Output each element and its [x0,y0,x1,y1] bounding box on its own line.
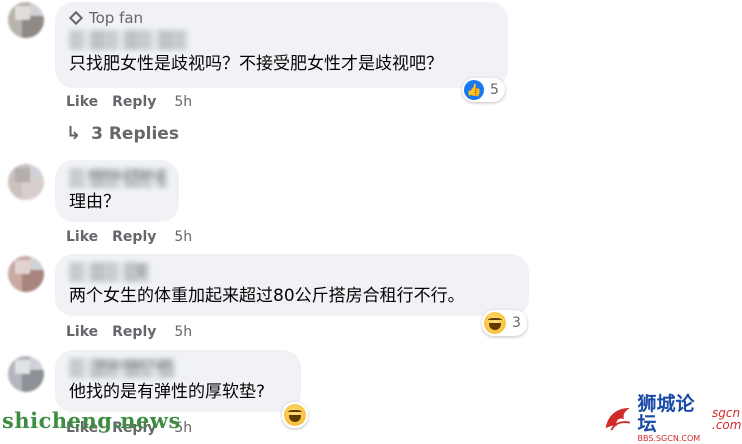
like-button[interactable]: Like [66,324,98,340]
comment-bubble: maman fan 他找的是有弹性的厚软垫? [55,350,301,412]
commenter-name[interactable]: maman fan [69,358,175,378]
haha-reaction-icon [284,404,306,426]
comment-actions: Like Reply 5h [66,229,192,245]
commenter-name[interactable]: g [69,262,149,282]
diamond-icon [68,10,84,26]
top-fan-badge: Top fan [68,8,494,28]
timestamp[interactable]: 5h [174,324,192,340]
reaction-count: 5 [490,82,499,98]
logo-url: BBS.SGCN.COM [637,434,701,443]
avatar[interactable] [8,256,44,292]
like-button[interactable]: Like [66,94,98,110]
commenter-name[interactable]: mmau tang [69,168,167,188]
comment-text: 只找肥女性是歧视吗？不接受肥女性才是歧视吧？ [69,54,443,74]
reaction-summary[interactable]: 3 [482,310,527,336]
haha-reaction-icon [484,312,506,334]
view-replies-link[interactable]: ↳ 3 Replies [66,123,179,144]
lion-logo-icon [605,407,631,431]
reply-arrow-icon: ↳ [66,123,82,144]
logo-side-text: sgcn .com [712,406,742,432]
avatar[interactable] [8,356,44,392]
comment-bubble: g 两个女生的体重加起来超过80公斤搭房合租行不行。 [55,254,529,316]
comment-bubble: Top fan 只找肥女性是歧视吗？不接受肥女性才是歧视吧？ [55,2,508,88]
timestamp[interactable]: 5h [174,94,192,110]
avatar[interactable] [8,164,44,200]
comment-bubble: mmau tang 理由？ [55,160,179,222]
comment-actions: Like Reply 5h [66,94,192,110]
forum-logo: 狮城论坛 BBS.SGCN.COM sgcn .com [602,394,742,443]
badge-label: Top fan [89,9,144,27]
comment-text: 两个女生的体重加起来超过80公斤搭房合租行不行。 [69,286,465,306]
comment-text: 理由？ [69,192,120,212]
avatar[interactable] [8,2,44,38]
reply-button[interactable]: Reply [112,229,156,245]
reaction-summary[interactable] [282,402,308,428]
site-watermark: shicheng.news [2,408,181,433]
logo-title: 狮城论坛 [637,393,695,435]
reaction-count: 3 [512,315,521,331]
like-reaction-icon: 👍 [464,80,484,100]
reply-button[interactable]: Reply [112,324,156,340]
reaction-summary[interactable]: 👍 5 [462,78,505,102]
commenter-name[interactable] [69,30,189,50]
comment-text: 他找的是有弹性的厚软垫? [69,382,266,402]
replies-label[interactable]: 3 Replies [91,124,179,144]
comment-actions: Like Reply 5h [66,324,192,340]
like-button[interactable]: Like [66,229,98,245]
reply-button[interactable]: Reply [112,94,156,110]
timestamp[interactable]: 5h [174,229,192,245]
